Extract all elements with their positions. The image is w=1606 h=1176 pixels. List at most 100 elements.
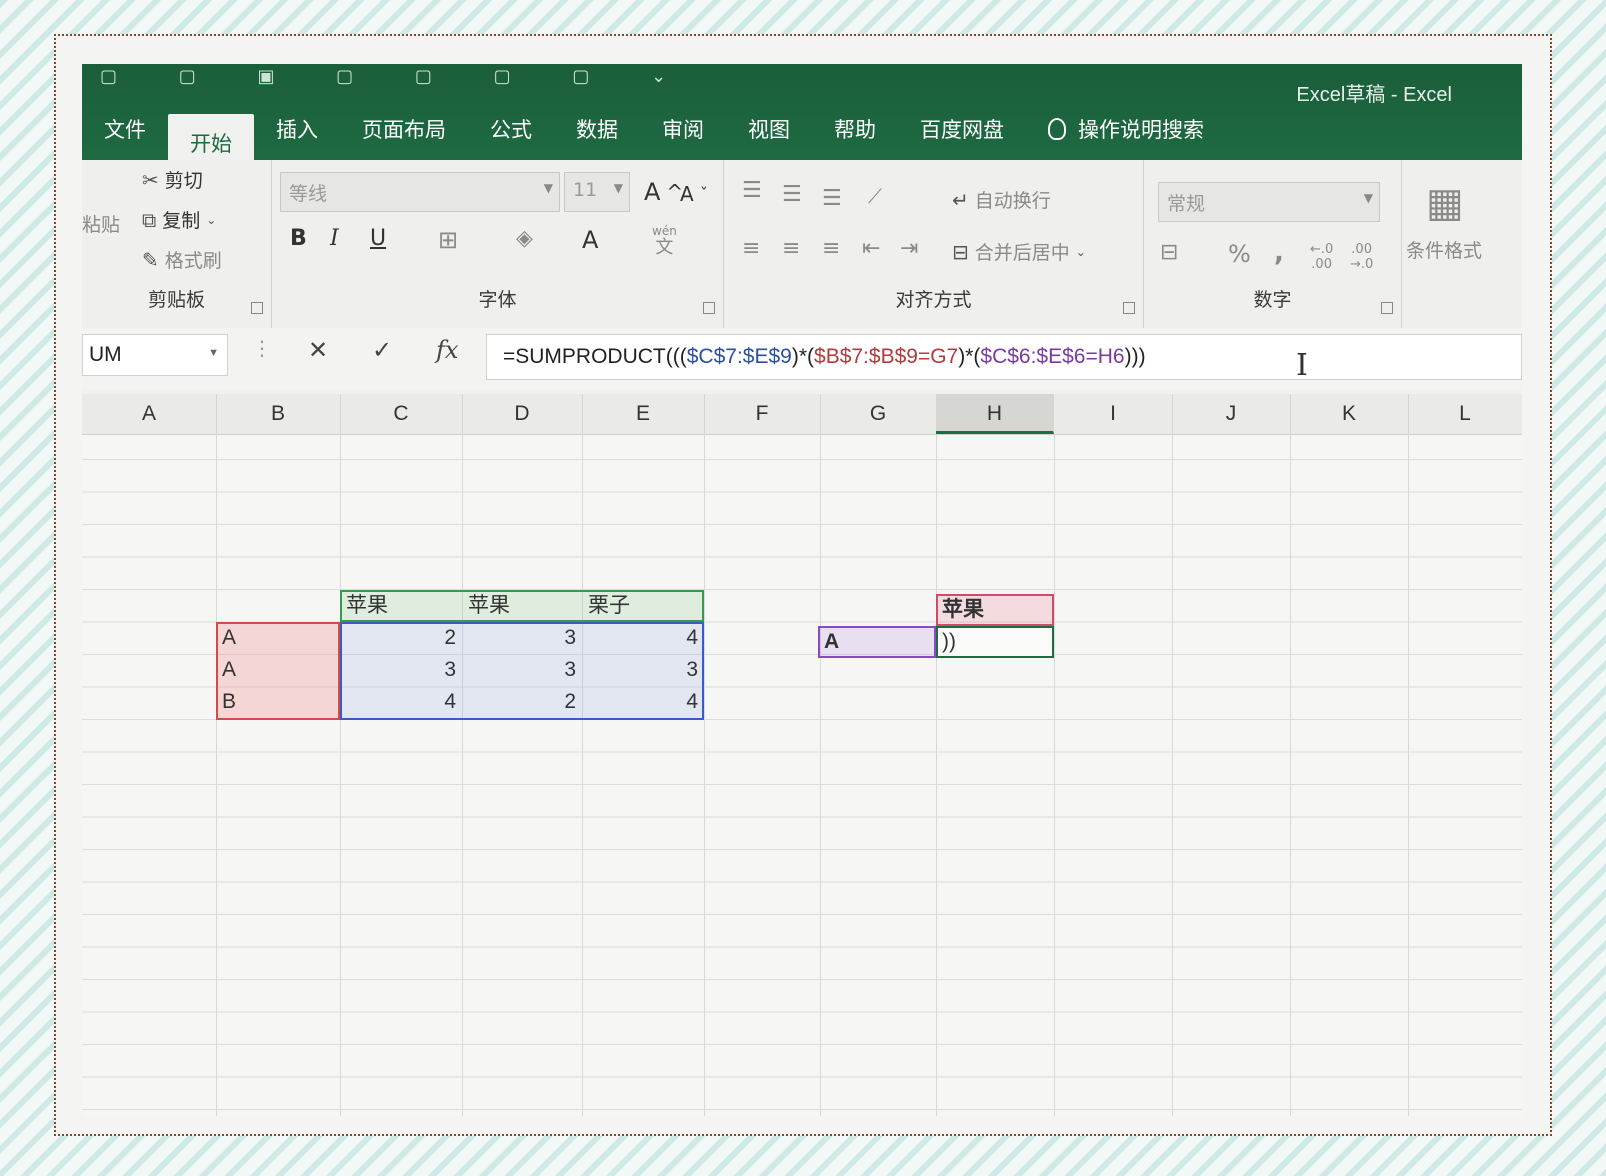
title-bar: ▢ ▢ ▣ ▢ ▢ ▢ ▢ ⌄ Excel草稿 - Excel 文件 开始 插入… (82, 64, 1522, 172)
tab-file[interactable]: 文件 (82, 114, 168, 164)
cell-d8[interactable]: 3 (462, 654, 576, 686)
column-header-f[interactable]: F (704, 394, 821, 434)
cell-e7[interactable]: 4 (582, 622, 698, 654)
align-top-icon[interactable]: ☰ (742, 178, 762, 203)
decrease-decimal-button[interactable]: .00 →.0 (1350, 242, 1373, 272)
worksheet-grid[interactable]: A B C D E F G H I J K L 苹果 苹果 栗子 A 2 3 4… (82, 394, 1522, 1116)
cancel-entry-button[interactable]: ✕ (308, 336, 328, 364)
column-header-d[interactable]: D (462, 394, 583, 434)
font-color-label: A (582, 226, 599, 254)
increase-decimal-button[interactable]: ←.0.00 (1310, 242, 1333, 272)
align-left-icon[interactable]: ≡ (742, 236, 760, 261)
italic-button[interactable]: I (330, 226, 339, 251)
cell-d7[interactable]: 3 (462, 622, 576, 654)
scissors-icon: ✂ (142, 167, 159, 192)
column-header-k[interactable]: K (1290, 394, 1409, 434)
align-middle-icon[interactable]: ☰ (782, 182, 802, 207)
tell-me-label: 操作说明搜索 (1078, 118, 1204, 142)
merge-center-label: 合并后居中 (974, 242, 1070, 264)
column-header-i[interactable]: I (1054, 394, 1173, 434)
tab-data[interactable]: 数据 (554, 114, 640, 164)
orientation-icon[interactable]: ⟋ (868, 184, 882, 208)
tab-insert[interactable]: 插入 (254, 114, 340, 164)
column-header-l[interactable]: L (1408, 394, 1522, 434)
shrink-font-button[interactable]: Aˇ (680, 182, 708, 206)
column-header-g[interactable]: G (820, 394, 937, 434)
cell-e6[interactable]: 栗子 (588, 590, 698, 622)
copy-button[interactable]: ⧉ 复制 ⌄ (142, 206, 216, 233)
fill-color-button[interactable]: ◈ (516, 226, 533, 251)
merge-center-button[interactable]: ⊟ 合并后居中 ⌄ (952, 238, 1086, 265)
alignment-group: ☰ ☰ ☰ ⟋ ≡ ≡ ≡ ⇤ ⇥ ↵ 自动换行 ⊟ 合并后居中 ⌄ 对齐方式 (724, 160, 1144, 328)
cell-c6[interactable]: 苹果 (346, 590, 456, 622)
grid-line (1408, 434, 1409, 1116)
phonetic-button[interactable]: wén 文 (652, 224, 677, 258)
tab-baidu-netdisk[interactable]: 百度网盘 (898, 114, 1026, 164)
grid-line (1172, 434, 1173, 1116)
wrap-text-icon: ↵ (952, 187, 969, 212)
comma-button[interactable]: , (1274, 238, 1284, 268)
conditional-format-icon[interactable]: ▦ (1426, 180, 1464, 226)
cell-b8[interactable]: A (222, 654, 332, 686)
cell-g7[interactable]: A (824, 626, 934, 658)
column-header-j[interactable]: J (1172, 394, 1291, 434)
currency-icon[interactable]: ⊟ (1160, 240, 1178, 265)
cell-h7[interactable]: )) (942, 626, 1052, 658)
cell-c9[interactable]: 4 (340, 686, 456, 718)
align-bottom-icon[interactable]: ☰ (822, 186, 842, 211)
column-header-c[interactable]: C (340, 394, 463, 434)
confirm-entry-button[interactable]: ✓ (372, 336, 392, 364)
tab-page-layout[interactable]: 页面布局 (340, 114, 468, 164)
quick-access-toolbar[interactable]: ▢ ▢ ▣ ▢ ▢ ▢ ▢ ⌄ (100, 66, 694, 87)
conditional-format-button[interactable]: 条件格式 (1406, 236, 1482, 263)
wrap-text-button[interactable]: ↵ 自动换行 (952, 186, 1051, 213)
percent-button[interactable]: % (1228, 240, 1251, 268)
cut-button[interactable]: ✂ 剪切 (142, 166, 203, 193)
dialog-launcher-icon[interactable] (1381, 302, 1393, 314)
borders-button[interactable]: ⊞ (438, 226, 458, 254)
column-header-e[interactable]: E (582, 394, 705, 434)
dialog-launcher-icon[interactable] (703, 302, 715, 314)
decrease-indent-icon[interactable]: ⇤ (862, 236, 880, 261)
cell-d6[interactable]: 苹果 (468, 590, 578, 622)
font-size-select[interactable]: 11 ▼ (564, 172, 630, 212)
tab-review[interactable]: 审阅 (640, 114, 726, 164)
dialog-launcher-icon[interactable] (1123, 302, 1135, 314)
column-header-a[interactable]: A (82, 394, 217, 434)
insert-function-button[interactable]: fx (436, 336, 458, 364)
paste-button[interactable]: 粘贴 (82, 210, 120, 237)
cell-e8[interactable]: 3 (582, 654, 698, 686)
clipboard-label: 剪贴板 (147, 289, 205, 311)
column-header-h[interactable]: H (936, 394, 1054, 434)
tell-me-search[interactable]: 操作说明搜索 (1026, 114, 1226, 164)
cell-h6[interactable]: 苹果 (942, 594, 1052, 626)
cell-c8[interactable]: 3 (340, 654, 456, 686)
tab-view[interactable]: 视图 (726, 114, 812, 164)
cell-e9[interactable]: 4 (582, 686, 698, 718)
underline-button[interactable]: U (370, 226, 386, 251)
font-name-value: 等线 (289, 183, 328, 205)
cell-c7[interactable]: 2 (340, 622, 456, 654)
increase-indent-icon[interactable]: ⇥ (900, 236, 918, 261)
align-center-icon[interactable]: ≡ (782, 236, 800, 261)
tab-formulas[interactable]: 公式 (468, 114, 554, 164)
number-format-select[interactable]: 常规 ▼ (1158, 182, 1380, 222)
tab-help[interactable]: 帮助 (812, 114, 898, 164)
font-name-select[interactable]: 等线 ▼ (280, 172, 560, 212)
dialog-launcher-icon[interactable] (251, 302, 263, 314)
name-box[interactable]: UM ▼ (82, 334, 228, 376)
cell-d9[interactable]: 2 (462, 686, 576, 718)
font-color-button[interactable]: A (582, 226, 598, 254)
cell-b9[interactable]: B (222, 686, 332, 718)
ribbon-tabs: 文件 开始 插入 页面布局 公式 数据 审阅 视图 帮助 百度网盘 操作说明搜索 (82, 102, 1226, 172)
wrap-text-label: 自动换行 (974, 190, 1051, 212)
format-painter-button[interactable]: ✎ 格式刷 (142, 246, 222, 273)
column-header-b[interactable]: B (216, 394, 341, 434)
formula-input[interactable]: =SUMPRODUCT((($C$7:$E$9)*($B$7:$B$9=G7)*… (486, 334, 1522, 380)
ribbon: 粘贴 ✂ 剪切 ⧉ 复制 ⌄ ✎ 格式刷 剪贴板 等线 ▼ 11 ▼ A ^ Aˇ B I U… (82, 160, 1522, 329)
align-right-icon[interactable]: ≡ (822, 236, 840, 261)
grow-font-button[interactable]: A ^ (644, 178, 683, 206)
cell-b7[interactable]: A (222, 622, 332, 654)
font-label: 字体 (478, 289, 517, 311)
bold-button[interactable]: B (290, 226, 307, 251)
